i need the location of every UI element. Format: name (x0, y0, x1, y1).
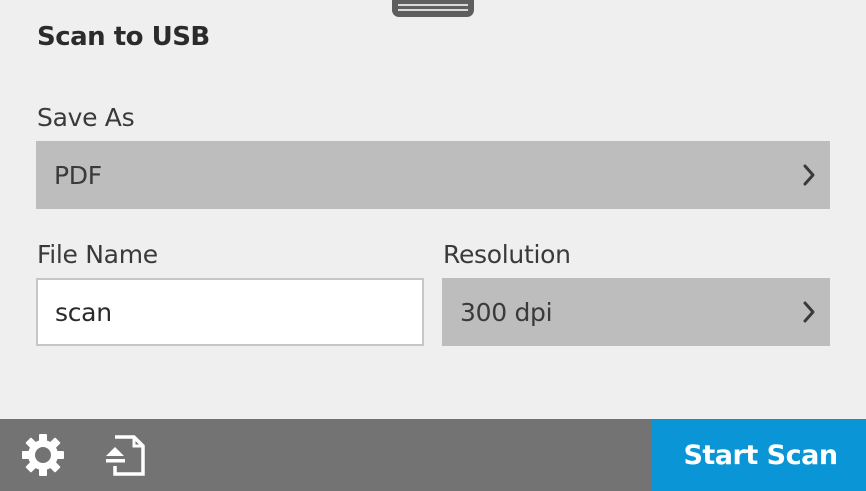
scan-to-usb-screen: Scan to USB Save As PDF File Name scan R… (0, 0, 866, 491)
start-scan-button[interactable]: Start Scan (651, 419, 866, 491)
handle-line (398, 4, 468, 6)
pull-down-handle[interactable] (392, 0, 474, 17)
resolution-label: Resolution (443, 240, 571, 269)
settings-button[interactable] (15, 419, 71, 491)
scan-source-button[interactable] (97, 419, 153, 491)
file-name-field[interactable]: scan (36, 278, 424, 346)
handle-line (398, 9, 468, 11)
resolution-select[interactable]: 300 dpi (442, 278, 830, 346)
save-as-select[interactable]: PDF (36, 141, 830, 209)
chevron-right-icon (803, 164, 815, 186)
resolution-value: 300 dpi (460, 297, 553, 327)
file-name-value: scan (55, 297, 112, 327)
save-as-value: PDF (54, 160, 102, 190)
document-feeder-icon (106, 435, 145, 476)
chevron-right-icon (803, 301, 815, 323)
file-name-label: File Name (37, 240, 158, 269)
page-title: Scan to USB (37, 22, 210, 52)
save-as-label: Save As (37, 103, 135, 132)
gear-icon (22, 434, 64, 476)
